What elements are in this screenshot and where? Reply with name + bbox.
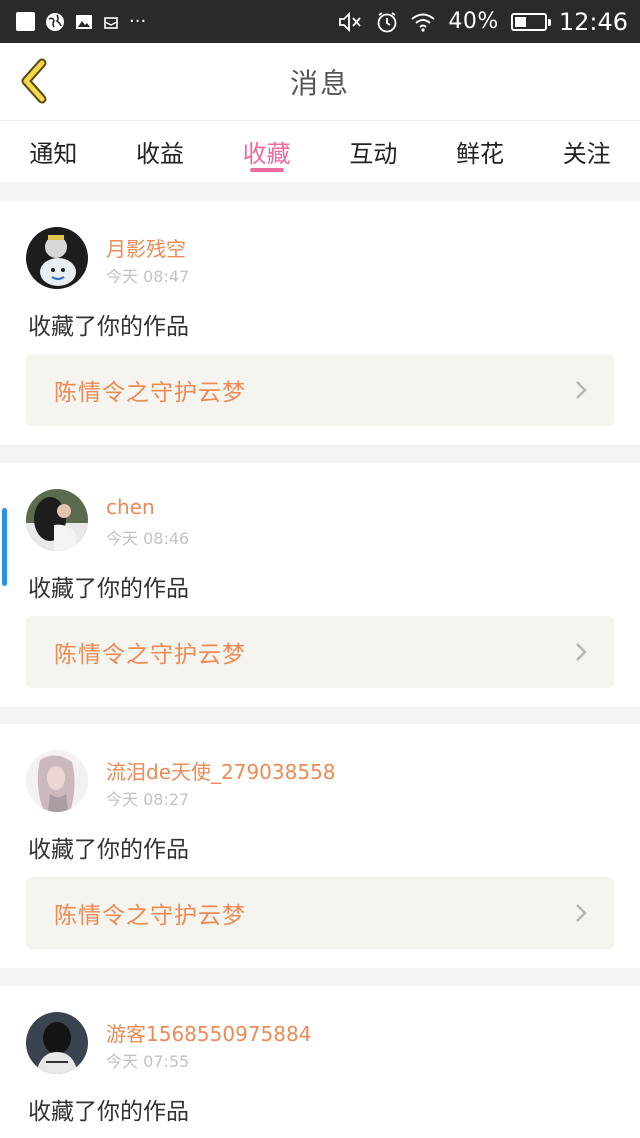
tab-notification[interactable]: 通知 (0, 121, 107, 182)
message-card: 游客1568550975884 今天 07:55 收藏了你的作品 (0, 986, 640, 1138)
avatar[interactable] (26, 1012, 88, 1074)
chevron-right-icon (576, 904, 587, 922)
mail-icon (104, 16, 118, 29)
chevron-right-icon (576, 643, 587, 661)
image-icon (76, 14, 92, 29)
message-text: 收藏了你的作品 (28, 576, 189, 602)
tab-label: 通知 (29, 140, 78, 168)
back-arrow-icon[interactable] (14, 57, 58, 105)
username[interactable]: 游客1568550975884 (106, 1018, 311, 1047)
work-title: 陈情令之守护云梦 (54, 903, 246, 929)
tab-interaction[interactable]: 互动 (320, 121, 427, 182)
work-link[interactable]: 陈情令之守护云梦 (26, 354, 614, 426)
tab-label: 互动 (349, 140, 398, 168)
battery-icon (510, 12, 551, 31)
alarm-icon (378, 11, 397, 32)
square-icon (16, 12, 35, 31)
work-link[interactable]: 陈情令之守护云梦 (26, 616, 614, 688)
tab-favorites[interactable]: 收藏 (213, 121, 320, 182)
work-title: 陈情令之守护云梦 (54, 380, 246, 406)
battery-percent: 40% (448, 9, 499, 34)
username[interactable]: 月影残空 (106, 233, 186, 262)
more-icon: ··· (129, 10, 147, 32)
mute-icon (339, 11, 362, 32)
message-text: 收藏了你的作品 (28, 1099, 189, 1125)
message-card: 月影残空 今天 08:47 收藏了你的作品 陈情令之守护云梦 (0, 201, 640, 445)
status-time: 12:46 (558, 7, 628, 36)
scroll-indicator[interactable] (2, 508, 7, 586)
username[interactable]: 流泪de天使_279038558 (106, 756, 336, 785)
work-link[interactable]: 陈情令之守护云梦 (26, 877, 614, 949)
message-text: 收藏了你的作品 (28, 314, 189, 340)
avatar[interactable] (26, 750, 88, 812)
message-card: chen 今天 08:46 收藏了你的作品 陈情令之守护云梦 (0, 463, 640, 707)
page-title: 消息 (289, 66, 350, 100)
timestamp: 今天 08:27 (106, 790, 190, 809)
tab-follow[interactable]: 关注 (533, 121, 640, 182)
timestamp: 今天 07:55 (106, 1052, 190, 1071)
tab-bar: 通知 收益 收藏 互动 鲜花 关注 (0, 120, 640, 182)
message-text: 收藏了你的作品 (28, 837, 189, 863)
timestamp: 今天 08:46 (106, 529, 190, 548)
avatar[interactable] (26, 227, 88, 289)
username[interactable]: chen (106, 495, 155, 519)
status-bar: ··· 40% 12:46 (0, 0, 640, 43)
chevron-right-icon (576, 381, 587, 399)
nav-bar: 消息 (0, 43, 640, 120)
wifi-icon (411, 13, 436, 32)
tab-label: 关注 (562, 140, 611, 168)
work-title: 陈情令之守护云梦 (54, 642, 246, 668)
tab-label: 鲜花 (456, 140, 505, 168)
message-card: 流泪de天使_279038558 今天 08:27 收藏了你的作品 陈情令之守护… (0, 724, 640, 968)
tab-flowers[interactable]: 鲜花 (427, 121, 534, 182)
timestamp: 今天 08:47 (106, 267, 190, 286)
avatar[interactable] (26, 489, 88, 551)
tab-earnings[interactable]: 收益 (107, 121, 214, 182)
tab-label: 收益 (136, 140, 184, 168)
tab-label: 收藏 (242, 140, 291, 168)
globe-icon (46, 12, 64, 31)
